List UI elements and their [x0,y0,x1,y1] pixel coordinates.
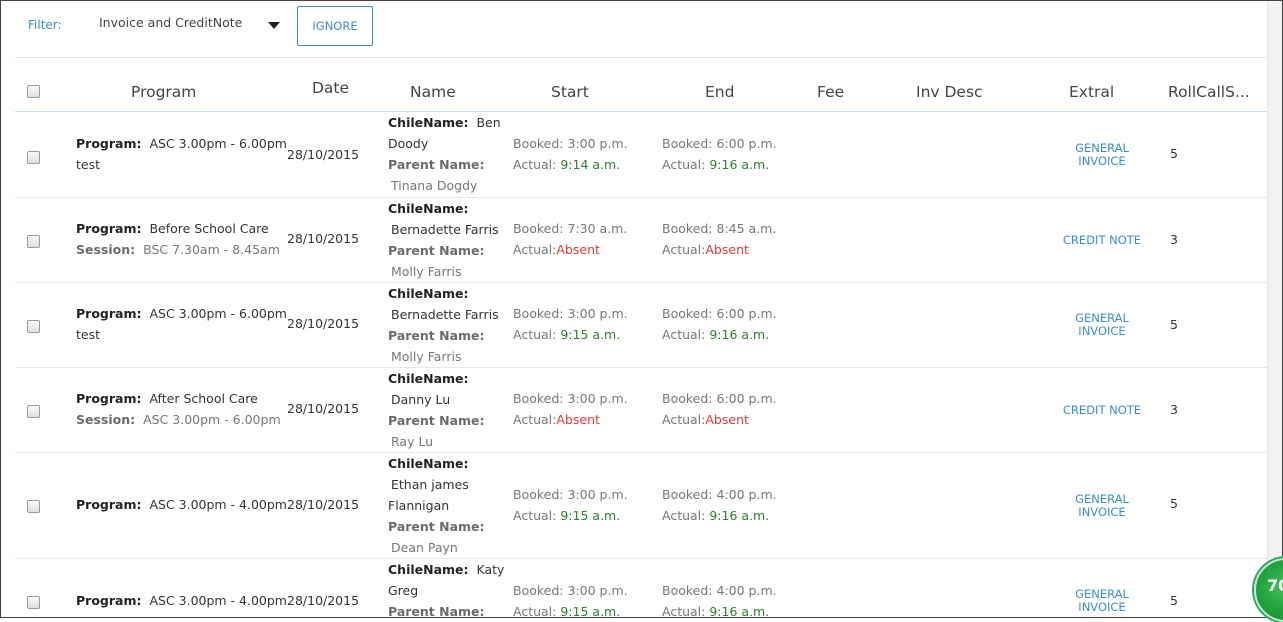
badge-count: 70 [1267,576,1283,595]
name-cell: ChileName: Ben Doody Parent Name: Tinana… [388,115,501,193]
program-cell: Program: Before School Care Session: BSC… [76,221,280,257]
end-cell: Booked: 6:00 p.m. Actual:Absent [662,391,777,427]
table-row[interactable]: Program: Before School Care Session: BSC… [15,198,1267,283]
end-cell: Booked: 6:00 p.m. Actual: 9:16 a.m. [662,306,777,342]
name-cell: ChileName: Bernadette Farris Parent Name… [388,201,499,279]
filter-bar: Filter: Invoice and CreditNote IGNORE [15,1,1267,58]
right-edge-strip [1267,1,1282,617]
rollcall-cell: 3 [1170,402,1178,417]
name-cell: ChileName: Bernadette Farris Parent Name… [388,286,499,364]
column-header-fee[interactable]: Fee [817,83,844,101]
rollcall-cell: 5 [1170,496,1178,511]
date-cell: 28/10/2015 [287,401,360,416]
table-header: Program Date Name Start End Fee Inv Desc… [15,59,1267,112]
start-cell: Booked: 7:30 a.m. Actual:Absent [513,221,628,257]
general-invoice-link[interactable]: GENERAL INVOICE [1062,312,1142,338]
credit-note-link[interactable]: CREDIT NOTE [1062,404,1142,417]
program-cell: Program: ASC 3.00pm - 4.00pm [76,497,287,512]
row-checkbox[interactable] [27,151,40,164]
general-invoice-link[interactable]: GENERAL INVOICE [1062,142,1142,168]
end-cell: Booked: 4:00 p.m. Actual: 9:16 a.m. [662,487,777,523]
general-invoice-link[interactable]: GENERAL INVOICE [1062,588,1142,614]
filter-dropdown[interactable]: Invoice and CreditNote [99,15,285,35]
general-invoice-link[interactable]: GENERAL INVOICE [1062,493,1142,519]
column-header-inv-desc[interactable]: Inv Desc [916,83,983,101]
table-row[interactable]: Program: ASC 3.00pm - 6.00pm test 28/10/… [15,283,1267,368]
name-cell: ChileName: Katy Greg Parent Name: [388,562,505,618]
table-row[interactable]: Program: ASC 3.00pm - 4.00pm 28/10/2015 … [15,559,1267,618]
app-frame: Filter: Invoice and CreditNote IGNORE Pr… [0,0,1283,618]
column-header-extral[interactable]: Extral [1069,83,1114,101]
end-cell: Booked: 4:00 p.m. Actual: 9:16 a.m. [662,583,777,618]
ignore-button[interactable]: IGNORE [297,6,373,46]
column-header-name[interactable]: Name [410,83,456,101]
start-cell: Booked: 3:00 p.m. Actual:Absent [513,391,628,427]
start-cell: Booked: 3:00 p.m. Actual: 9:15 a.m. [513,583,628,618]
name-cell: ChileName: Danny Lu Parent Name: Ray Lu [388,371,485,449]
column-header-start[interactable]: Start [551,83,589,101]
row-checkbox[interactable] [27,405,40,418]
rollcall-cell: 5 [1170,146,1178,161]
filter-label: Filter: [28,18,62,32]
rollcall-cell: 3 [1170,232,1178,247]
start-cell: Booked: 3:00 p.m. Actual: 9:15 a.m. [513,306,628,342]
program-cell: Program: After School Care Session: ASC … [76,391,281,427]
credit-note-link[interactable]: CREDIT NOTE [1062,234,1142,247]
end-cell: Booked: 6:00 p.m. Actual: 9:16 a.m. [662,136,777,172]
name-cell: ChileName: Ethan james Flannigan Parent … [388,456,485,555]
date-cell: 28/10/2015 [287,497,360,512]
date-cell: 28/10/2015 [287,147,360,162]
table-row[interactable]: Program: ASC 3.00pm - 6.00pm test 28/10/… [15,112,1267,198]
column-header-date[interactable]: Date [312,79,349,97]
rollcall-cell: 5 [1170,317,1178,332]
row-checkbox[interactable] [27,596,40,609]
date-cell: 28/10/2015 [287,231,360,246]
column-header-program[interactable]: Program [131,83,196,101]
column-header-end[interactable]: End [705,83,734,101]
rollcall-cell: 5 [1170,593,1178,608]
date-cell: 28/10/2015 [287,316,360,331]
start-cell: Booked: 3:00 p.m. Actual: 9:15 a.m. [513,487,628,523]
program-cell: Program: ASC 3.00pm - 6.00pm test [76,136,287,172]
end-cell: Booked: 8:45 a.m. Actual:Absent [662,221,777,257]
start-cell: Booked: 3:00 p.m. Actual: 9:14 a.m. [513,136,628,172]
select-all-checkbox[interactable] [27,85,40,98]
program-cell: Program: ASC 3.00pm - 6.00pm test [76,306,287,342]
table-row[interactable]: Program: After School Care Session: ASC … [15,368,1267,453]
column-header-rollcall[interactable]: RollCallS... [1168,83,1250,101]
table-row[interactable]: Program: ASC 3.00pm - 4.00pm 28/10/2015 … [15,453,1267,559]
program-cell: Program: ASC 3.00pm - 4.00pm [76,593,287,608]
row-checkbox[interactable] [27,235,40,248]
date-cell: 28/10/2015 [287,593,360,608]
chevron-down-icon [268,22,280,29]
row-checkbox[interactable] [27,320,40,333]
row-checkbox[interactable] [27,500,40,513]
filter-selected-value: Invoice and CreditNote [99,15,243,30]
